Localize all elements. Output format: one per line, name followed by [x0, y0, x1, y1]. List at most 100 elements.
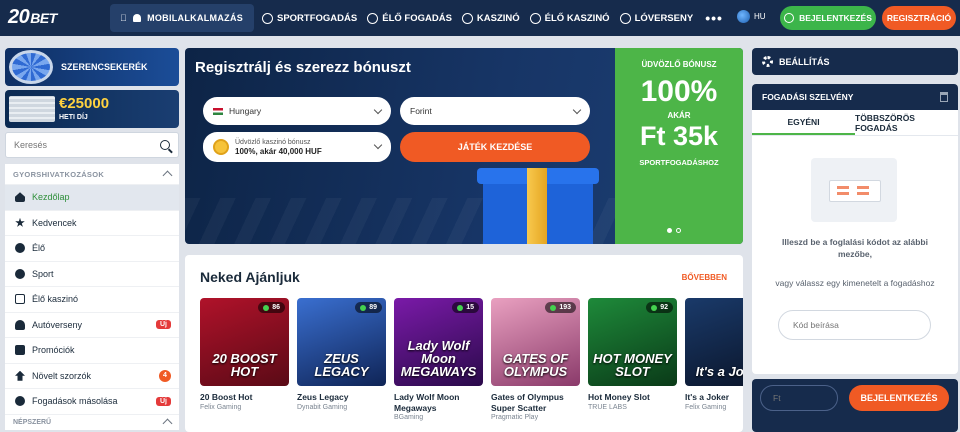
settings-bar[interactable]: BEÁLLÍTÁS	[752, 48, 958, 75]
star-icon	[15, 217, 25, 227]
game-card[interactable]: 89 ZEUS LEGACY Zeus Legacy Dynabit Gaming	[297, 298, 386, 421]
nav-label: ÉLŐ KASZINÓ	[544, 12, 610, 24]
nav-elo-kaszino[interactable]: ÉLŐ KASZINÓ	[529, 12, 610, 24]
game-logo-text: HOT MONEY SLOT	[593, 351, 672, 379]
game-card[interactable]: 15 Lady Wolf Moon MEGAWAYS Lady Wolf Moon …	[394, 298, 483, 421]
mobile-app-button[interactable]:  MOBILALKALMAZÁS	[110, 4, 254, 32]
gift-ribbon-image	[527, 168, 547, 244]
game-logo-text: GATES OF OLYMPUS	[502, 351, 569, 379]
chevron-up-icon	[162, 418, 173, 429]
nav-label: LÓVERSENY	[634, 12, 694, 24]
game-card[interactable]: 86 20 BOOST HOT 20 Boost Hot Felix Gaming	[200, 298, 289, 421]
welcome-bonus-upto: AKÁR	[667, 111, 691, 120]
boost-icon	[15, 370, 25, 381]
bonus-select[interactable]: Üdvözlő kaszinó bónusz 100%, akár 40,000…	[203, 132, 391, 162]
sidebar-item-autoverseny[interactable]: Autóverseny Új	[5, 311, 179, 338]
game-card[interactable]: It's a JokerIt's a JokerFelix Gaming	[685, 298, 743, 421]
game-name[interactable]: Hot Money Slot	[588, 392, 677, 403]
betslip-tabs: EGYÉNI TÖBBSZÖRÖS FOGADÁS	[752, 110, 958, 136]
settings-label: BEÁLLÍTÁS	[779, 56, 830, 67]
gift-icon	[15, 345, 25, 356]
soccer-ball-icon	[15, 268, 25, 279]
game-thumbnail[interactable]: It's a Joker	[685, 298, 743, 386]
live-casino-icon	[529, 12, 541, 24]
sidebar-item-elo-kaszino[interactable]: Élő kaszinó	[5, 286, 179, 312]
sidebar-item-fogadasok-masolasa[interactable]: Fogadások másolása Új	[5, 388, 179, 414]
weekly-prize-promo[interactable]: €25000 HETI DÍJ	[5, 90, 179, 128]
game-logo-text: Lady Wolf Moon MEGAWAYS	[400, 338, 477, 379]
new-badge: Új	[156, 320, 171, 330]
game-name[interactable]: Zeus Legacy	[297, 392, 386, 403]
bonus-value: 100%, akár 40,000 HUF	[235, 146, 322, 156]
carousel-dot[interactable]	[667, 228, 672, 233]
search-input[interactable]	[14, 140, 144, 150]
currency-select[interactable]: Forint	[400, 97, 590, 125]
booking-code-instruction: Illeszd be a foglalási kódot az alábbi m…	[782, 237, 928, 260]
betslip-login-button[interactable]: BEJELENTKEZÉS	[849, 385, 949, 411]
logo-number: 20	[8, 6, 30, 28]
stake-amount-input[interactable]	[760, 385, 838, 411]
ticket-icon	[811, 158, 897, 222]
tab-single[interactable]: EGYÉNI	[752, 110, 855, 135]
game-thumbnail[interactable]: 89 ZEUS LEGACY	[297, 298, 386, 386]
game-thumbnail[interactable]: 193 GATES OF OLYMPUS	[491, 298, 580, 386]
game-name[interactable]: Lady Wolf Moon Megaways	[394, 392, 483, 413]
players-icon	[360, 304, 367, 311]
sidebar-item-elo[interactable]: Élő	[5, 235, 179, 261]
game-thumbnail[interactable]: 15 Lady Wolf Moon MEGAWAYS	[394, 298, 483, 386]
trash-icon[interactable]	[940, 92, 948, 102]
start-game-button[interactable]: JÁTÉK KEZDÉSE	[400, 132, 590, 162]
sidebar-item-kezdolap[interactable]: Kezdőlap	[5, 184, 179, 210]
game-name[interactable]: It's a Joker	[685, 392, 743, 403]
game-card[interactable]: 193 GATES OF OLYMPUS Gates of Olympus Supe…	[491, 298, 580, 421]
wheel-promo-label: SZERENCSEKERÉK	[61, 62, 148, 72]
game-card[interactable]: 92 HOT MONEY SLOT Hot Money Slot TRUE LABS	[588, 298, 677, 421]
sidebar-item-novelt-szorzok[interactable]: Növelt szorzók 4	[5, 362, 179, 389]
logo-text: BET	[30, 10, 57, 26]
tab-multiple[interactable]: TÖBBSZÖRÖS FOGADÁS	[855, 110, 958, 135]
copy-icon	[15, 396, 25, 407]
select-outcome-hint: vagy válassz egy kimenetelt a fogadáshoz	[775, 278, 935, 288]
carousel-dot[interactable]	[676, 228, 681, 233]
main-nav: SPORTFOGADÁS ÉLŐ FOGADÁS KASZINÓ ÉLŐ KAS…	[262, 0, 723, 36]
players-count: 15	[466, 304, 474, 311]
live-ball-icon	[367, 12, 379, 24]
language-selector[interactable]: HU	[737, 10, 766, 23]
quick-links-header[interactable]: GYORSHIVATKOZÁSOK	[5, 164, 179, 184]
players-icon	[457, 304, 464, 311]
wheel-of-fortune-promo[interactable]: SZERENCSEKERÉK	[5, 48, 179, 86]
game-thumbnail[interactable]: 86 20 BOOST HOT	[200, 298, 289, 386]
welcome-bonus-label: ÜDVÖZLŐ BÓNUSZ	[641, 60, 717, 69]
game-thumbnail[interactable]: 92 HOT MONEY SLOT	[588, 298, 677, 386]
horse-icon	[619, 12, 631, 24]
nav-loverseny[interactable]: LÓVERSENY	[619, 12, 694, 24]
site-logo[interactable]: 20BET	[8, 6, 57, 29]
chevron-down-icon	[572, 105, 582, 115]
more-link[interactable]: BŐVEBBEN	[682, 273, 727, 282]
game-name[interactable]: Gates of Olympus Super Scatter	[491, 392, 580, 413]
sidebar-item-promociok[interactable]: Promóciók	[5, 337, 179, 363]
nav-label: SPORTFOGADÁS	[277, 12, 358, 24]
more-menu-button[interactable]: •••	[705, 10, 723, 26]
login-button[interactable]: BEJELENTKEZÉS	[780, 6, 876, 30]
country-select[interactable]: Hungary	[203, 97, 391, 125]
booking-code-input[interactable]	[778, 310, 931, 340]
search-icon[interactable]	[160, 140, 170, 150]
nav-sportfogadas[interactable]: SPORTFOGADÁS	[262, 12, 358, 24]
new-badge: Új	[156, 396, 171, 406]
betslip-header: FOGADÁSI SZELVÉNY	[752, 84, 958, 110]
sidebar-item-sport[interactable]: Sport	[5, 260, 179, 287]
sidebar-menu: Kezdőlap Kedvencek Élő Sport Élő kaszinó…	[5, 184, 179, 414]
game-provider: Dynabit Gaming	[297, 403, 348, 411]
user-icon	[784, 13, 795, 23]
chevron-up-icon	[162, 170, 173, 181]
nav-elo-fogadas[interactable]: ÉLŐ FOGADÁS	[367, 12, 452, 24]
register-button[interactable]: REGISZTRÁCIÓ	[882, 6, 956, 30]
welcome-bonus-amount: Ft 35k	[639, 121, 719, 151]
sidebar-item-kedvencek[interactable]: Kedvencek	[5, 209, 179, 236]
game-name[interactable]: 20 Boost Hot	[200, 392, 289, 403]
game-provider: TRUE LABS	[588, 403, 627, 411]
popular-header[interactable]: NÉPSZERŰ	[5, 413, 179, 430]
nav-kaszino[interactable]: KASZINÓ	[461, 12, 520, 24]
home-icon	[15, 192, 25, 203]
